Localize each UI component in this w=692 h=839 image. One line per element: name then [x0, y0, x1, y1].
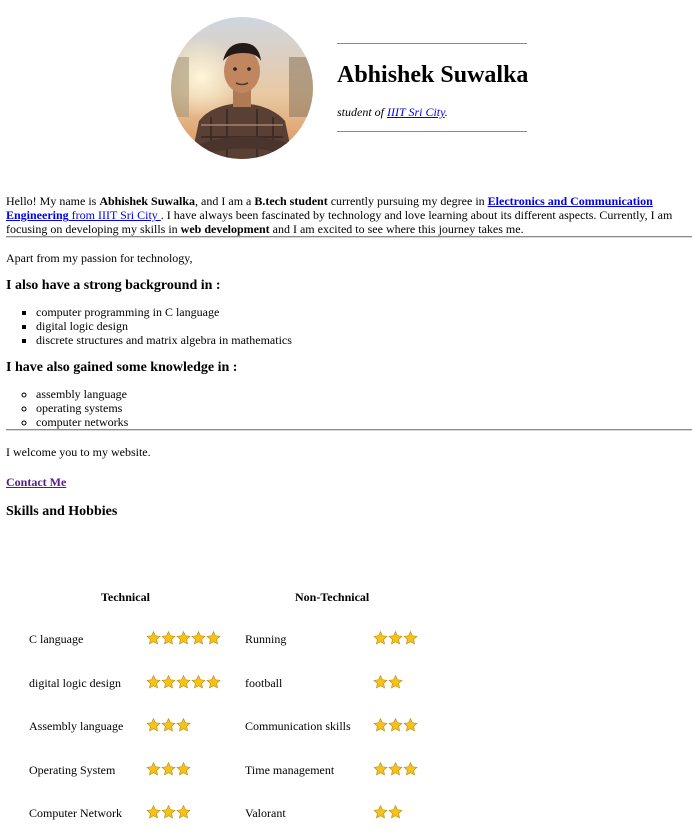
star-icon	[176, 717, 191, 733]
star-icon	[403, 717, 418, 733]
skill-name: Operating System	[29, 763, 116, 777]
list-item: operating systems	[36, 401, 692, 415]
skill-name: C language	[29, 632, 84, 646]
background-heading: I also have a strong background in :	[6, 278, 221, 293]
star-rating	[373, 761, 418, 779]
star-icon	[161, 630, 176, 646]
list-item: computer programming in C language	[36, 305, 692, 319]
skill-name: football	[245, 676, 283, 690]
intro-degree: B.tech student	[254, 194, 328, 208]
star-icon	[146, 804, 161, 820]
knowledge-list: assembly language operating systems comp…	[6, 387, 692, 429]
degree-link-rest: from IIIT Sri City	[68, 208, 161, 222]
star-icon	[373, 804, 388, 820]
star-rating	[373, 804, 403, 822]
star-rating	[146, 761, 191, 779]
star-rating	[146, 717, 191, 735]
list-item: assembly language	[36, 387, 692, 401]
skill-row: C language Running	[29, 627, 449, 651]
intro-text: , and I am a	[195, 194, 255, 208]
tagline-prefix: student of	[337, 105, 387, 119]
intro-focus: web development	[180, 222, 270, 236]
skill-row: Assembly language Communication skills	[29, 714, 449, 738]
welcome-text: I welcome you to my website.	[6, 445, 151, 459]
star-icon	[388, 761, 403, 777]
star-icon	[161, 804, 176, 820]
star-rating	[146, 674, 221, 692]
intro-text: Hello! My name is	[6, 194, 100, 208]
contact-me-link[interactable]: Contact Me	[6, 475, 66, 489]
skill-name: Valorant	[245, 806, 286, 820]
star-icon	[161, 761, 176, 777]
star-icon	[176, 761, 191, 777]
skill-name: Communication skills	[245, 719, 351, 733]
technical-column-heading: Technical	[101, 590, 150, 604]
star-icon	[388, 674, 403, 690]
nontechnical-column-heading: Non-Technical	[295, 590, 370, 604]
skill-name: Running	[245, 632, 287, 646]
star-icon	[373, 674, 388, 690]
star-icon	[176, 804, 191, 820]
star-icon	[191, 674, 206, 690]
skill-row: Operating System Time management	[29, 758, 449, 782]
star-icon	[191, 630, 206, 646]
tagline-suffix: .	[444, 105, 448, 119]
star-icon	[176, 630, 191, 646]
knowledge-heading: I have also gained some knowledge in :	[6, 360, 238, 375]
star-icon	[146, 674, 161, 690]
star-icon	[403, 761, 418, 777]
list-item: discrete structures and matrix algebra i…	[36, 333, 692, 347]
intro-paragraph: Hello! My name is Abhishek Suwalka, and …	[6, 194, 692, 236]
star-icon	[176, 674, 191, 690]
college-link[interactable]: IIIT Sri City	[387, 105, 445, 119]
skill-name: digital logic design	[29, 676, 121, 690]
star-rating	[373, 630, 418, 648]
passion-text: Apart from my passion for technology,	[6, 251, 193, 265]
star-icon	[146, 761, 161, 777]
hero-top-rule	[337, 43, 527, 44]
star-icon	[388, 804, 403, 820]
star-rating	[373, 717, 418, 735]
star-icon	[146, 717, 161, 733]
list-item: computer networks	[36, 415, 692, 429]
hero-bottom-rule	[337, 131, 527, 132]
star-icon	[403, 630, 418, 646]
star-icon	[373, 630, 388, 646]
star-icon	[146, 630, 161, 646]
star-icon	[388, 717, 403, 733]
star-icon	[373, 761, 388, 777]
star-icon	[161, 717, 176, 733]
skill-name: Assembly language	[29, 719, 124, 733]
star-icon	[373, 717, 388, 733]
skill-row: Computer Network Valorant	[29, 801, 449, 825]
intro-text: and I am excited to see where this journ…	[269, 222, 524, 236]
profile-photo	[171, 17, 313, 159]
hero-tagline: student of IIIT Sri City.	[337, 105, 448, 119]
star-rating	[146, 804, 191, 822]
intro-name: Abhishek Suwalka	[99, 194, 196, 208]
page-title: Abhishek Suwalka	[337, 62, 529, 88]
main-content: Hello! My name is Abhishek Suwalka, and …	[6, 194, 692, 521]
star-icon	[161, 674, 176, 690]
list-item: digital logic design	[36, 319, 692, 333]
intro-text: currently pursuing my degree in	[327, 194, 488, 208]
star-icon	[206, 630, 221, 646]
skills-heading: Skills and Hobbies	[6, 504, 118, 519]
star-rating	[373, 674, 403, 692]
star-icon	[206, 674, 221, 690]
section-divider	[6, 429, 692, 431]
skill-name: Computer Network	[29, 806, 122, 820]
skill-name: Time management	[245, 763, 335, 777]
section-divider	[6, 236, 692, 238]
skill-row: digital logic design football	[29, 671, 449, 695]
star-rating	[146, 630, 221, 648]
star-icon	[388, 630, 403, 646]
background-list: computer programming in C language digit…	[6, 305, 692, 347]
